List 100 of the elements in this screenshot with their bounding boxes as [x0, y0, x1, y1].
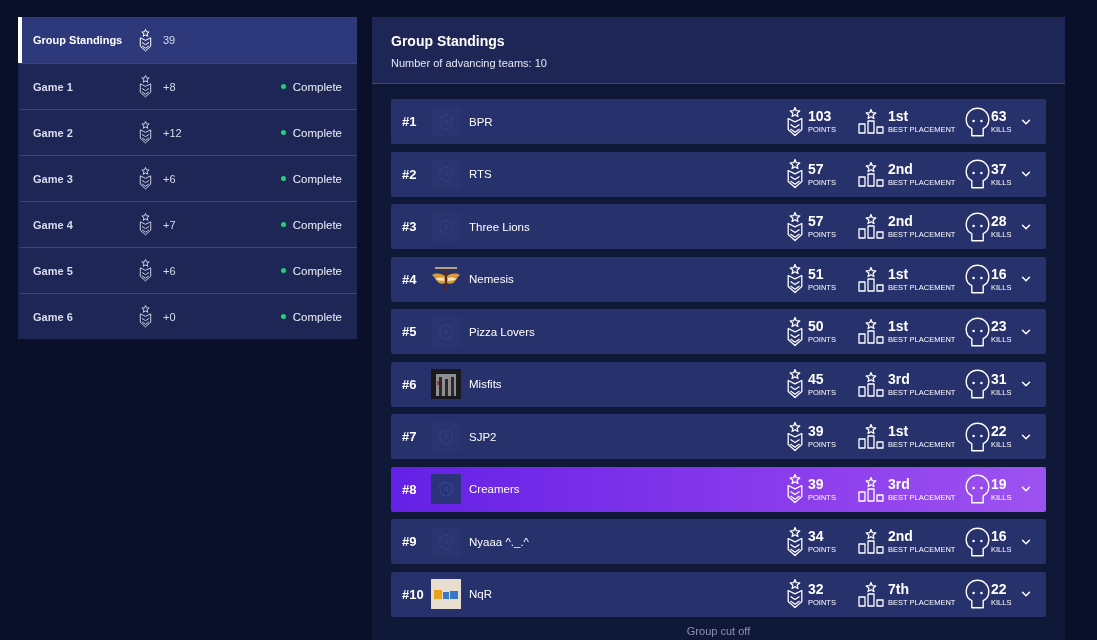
rank-text: #1: [402, 114, 418, 129]
skull-icon: [965, 421, 990, 452]
podium-star-icon: [858, 476, 884, 502]
team-name: Creamers: [469, 483, 520, 495]
status-dot-icon: [280, 314, 286, 319]
points-value: 51: [808, 266, 824, 282]
kills-value: 16: [991, 266, 1007, 282]
chevron-star-icon: [139, 75, 152, 98]
kills-value: 23: [991, 319, 1007, 334]
skull-icon: [965, 474, 990, 504]
podium-star-icon: [858, 214, 884, 239]
status-text: Complete: [292, 310, 342, 323]
points-value: +0: [163, 310, 176, 323]
skull-icon: [965, 159, 990, 189]
chevron-star-icon: [787, 474, 803, 504]
team-name: BPR: [469, 115, 493, 128]
chevron-star-icon: [787, 211, 803, 242]
points-value: 103: [808, 109, 832, 124]
panel-title: Group Standings: [391, 33, 505, 49]
kills-value: 16: [991, 529, 1007, 544]
chevron-star-icon: [787, 579, 803, 609]
podium-star-icon: [858, 266, 884, 292]
item-label: Game 5: [33, 264, 73, 277]
points-value: 39: [163, 34, 176, 46]
points-value: +6: [163, 264, 176, 277]
rank-text: #8: [402, 481, 418, 497]
chevron-star-icon: [139, 305, 152, 328]
status-dot-icon: [280, 130, 286, 135]
item-label: Game 3: [33, 172, 73, 185]
points-value: 57: [808, 161, 824, 177]
kills-value: 19: [991, 476, 1007, 492]
chevron-star-icon: [787, 421, 803, 452]
points-value: 50: [808, 319, 824, 334]
placement-value: 1st: [888, 109, 909, 124]
chevron-star-icon: [787, 369, 803, 399]
points-value: 57: [808, 214, 824, 229]
chevron-star-icon: [787, 526, 803, 557]
rank-text: #10: [402, 586, 425, 602]
placement-value: 1st: [888, 319, 909, 334]
podium-star-icon: [858, 529, 884, 554]
placement-value: 2nd: [888, 529, 913, 544]
placement-value: 2nd: [888, 161, 913, 177]
status-text: Complete: [292, 172, 342, 185]
logo-image: [431, 579, 461, 609]
team-name: Nemesis: [469, 273, 514, 285]
team-name: Nyaaa ^._.^: [469, 535, 529, 548]
rank-text: #9: [402, 534, 418, 549]
item-label: Group Standings: [33, 34, 123, 46]
podium-star-icon: [858, 109, 884, 134]
kills-value: 37: [991, 161, 1007, 177]
status-text: Complete: [292, 264, 342, 277]
placement-value: 2nd: [888, 214, 913, 229]
item-label: Game 1: [33, 80, 73, 93]
skull-icon: [965, 211, 990, 242]
kills-value: 22: [991, 424, 1007, 439]
team-name: NqR: [469, 588, 492, 600]
skull-icon: [965, 106, 990, 137]
status-dot-icon: [280, 268, 286, 273]
status-text: Complete: [292, 218, 342, 231]
status-dot-icon: [280, 84, 286, 89]
points-value: +7: [163, 218, 176, 231]
rank-text: #6: [402, 376, 418, 392]
chevron-star-icon: [787, 106, 803, 137]
rank-text: #4: [402, 271, 418, 287]
podium-star-icon: [858, 581, 884, 607]
chevron-star-icon: [787, 316, 803, 347]
rank-text: #2: [402, 166, 418, 182]
status-text: Complete: [292, 126, 342, 139]
podium-star-icon: [858, 371, 884, 397]
sidebar-item[interactable]: Group Standings 39: [18, 17, 357, 63]
placement-value: 3rd: [888, 476, 910, 492]
item-label: Game 4: [33, 218, 73, 231]
chevron-star-icon: [139, 121, 152, 144]
shield-icon: [431, 474, 461, 504]
points-value: +6: [163, 172, 176, 185]
chevron-star-icon: [139, 213, 152, 236]
status-text: Complete: [292, 80, 342, 93]
team-name: RTS: [469, 168, 492, 180]
rank-text: #3: [402, 219, 418, 234]
kills-value: 28: [991, 214, 1007, 229]
kills-value: 22: [991, 581, 1007, 597]
status-dot-icon: [280, 222, 286, 227]
chevron-star-icon: [139, 28, 152, 52]
podium-star-icon: [858, 424, 884, 449]
rank-text: #7: [402, 429, 418, 444]
photo-placeholder: [431, 369, 461, 399]
placement-value: 3rd: [888, 371, 910, 387]
chevron-star-icon: [787, 264, 803, 294]
chevron-star-icon: [139, 259, 152, 282]
kills-value: 31: [991, 371, 1007, 387]
podium-star-icon: [858, 319, 884, 344]
winged-emblem-logo: [431, 264, 461, 294]
team-name: SJP2: [469, 430, 497, 443]
points-value: 34: [808, 529, 824, 544]
placement-value: 1st: [888, 424, 909, 439]
podium-star-icon: [858, 161, 884, 187]
points-value: 39: [808, 476, 824, 492]
kills-value: 63: [991, 109, 1007, 124]
item-label: Game 6: [33, 310, 73, 323]
team-name: Pizza Lovers: [469, 325, 535, 338]
